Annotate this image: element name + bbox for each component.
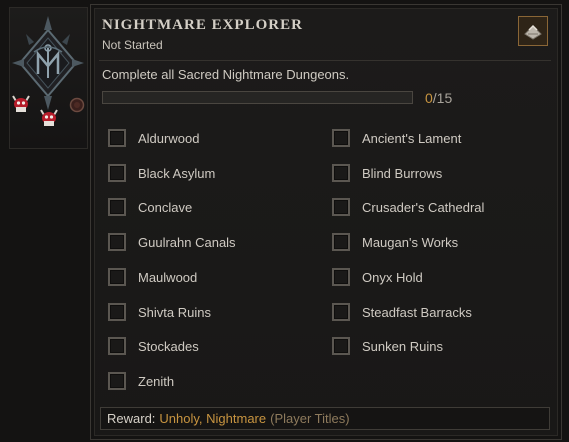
locked-pip-icon [69,97,85,113]
progress-total: /15 [432,90,453,106]
dungeon-name: Onyx Hold [362,269,423,285]
dungeon-item[interactable]: Sunken Ruins [332,334,443,358]
dungeon-name: Maugan's Works [362,234,459,250]
dungeon-checkbox[interactable] [108,164,126,182]
dungeon-checkbox[interactable] [332,233,350,251]
dungeon-name: Aldurwood [138,130,200,146]
achievement-description: Complete all Sacred Nightmare Dungeons. [102,67,350,82]
dungeon-checkbox[interactable] [108,129,126,147]
dungeon-name: Steadfast Barracks [362,304,472,320]
dungeon-item[interactable]: Stockades [108,334,199,358]
achievement-status: Not Started [102,38,163,52]
dungeon-name: Maulwood [138,269,198,285]
dungeon-name: Blind Burrows [362,165,443,181]
dungeon-checkbox[interactable] [332,268,350,286]
dungeon-name: Zenith [138,373,175,389]
reward-category: (Player Titles) [270,411,350,426]
dungeon-item[interactable]: Black Asylum [108,161,215,185]
dungeon-item[interactable]: Conclave [108,195,192,219]
dungeon-checkbox[interactable] [108,337,126,355]
dungeon-item[interactable]: Ancient's Lament [332,126,461,150]
dungeon-item[interactable]: Zenith [108,369,174,393]
dungeon-item[interactable]: Shivta Ruins [108,300,211,324]
dungeon-name: Ancient's Lament [362,130,462,146]
dungeon-item[interactable]: Maugan's Works [332,230,458,254]
reward-cache-button[interactable] [518,16,548,46]
dungeon-item[interactable]: Steadfast Barracks [332,300,472,324]
dungeon-name: Crusader's Cathedral [362,199,485,215]
achievement-title: NIGHTMARE EXPLORER [102,17,303,33]
dungeon-checkbox[interactable] [332,129,350,147]
dungeon-checkbox[interactable] [332,198,350,216]
armor-cache-icon [524,24,542,40]
achievement-emblem-panel [9,7,88,149]
dungeon-item[interactable]: Blind Burrows [332,161,442,185]
progress-current: 0 [425,90,433,106]
dungeon-name: Shivta Ruins [138,304,211,320]
dungeon-checkbox[interactable] [332,303,350,321]
dungeon-name: Sunken Ruins [362,338,443,354]
dungeon-name: Stockades [138,338,199,354]
demon-skull-icon [40,109,58,126]
progress-bar [102,91,413,104]
dungeon-item[interactable]: Aldurwood [108,126,199,150]
dungeon-checkbox[interactable] [108,268,126,286]
dungeon-name: Conclave [138,199,193,215]
dungeon-item[interactable]: Crusader's Cathedral [332,195,484,219]
dungeon-checkbox[interactable] [108,303,126,321]
dungeon-checkbox[interactable] [108,233,126,251]
dungeon-item[interactable]: Maulwood [108,265,197,289]
dungeon-item[interactable]: Onyx Hold [332,265,423,289]
dungeon-name: Guulrahn Canals [138,234,236,250]
dungeon-checkbox[interactable] [332,337,350,355]
header-divider [99,60,551,61]
achievement-panel: NIGHTMARE EXPLORER Not Started Complete … [90,4,562,440]
dungeon-checkbox[interactable] [108,372,126,390]
progress-counter: 0/15 [425,90,452,106]
demon-skull-icon [12,95,30,112]
dungeon-name: Black Asylum [138,165,216,181]
reward-bar: Reward: Unholy, Nightmare (Player Titles… [100,407,550,430]
dungeon-item[interactable]: Guulrahn Canals [108,230,236,254]
reward-label: Reward: [107,411,156,426]
dungeon-checkbox[interactable] [332,164,350,182]
dungeon-checkbox[interactable] [108,198,126,216]
reward-value: Unholy, Nightmare [159,411,267,426]
